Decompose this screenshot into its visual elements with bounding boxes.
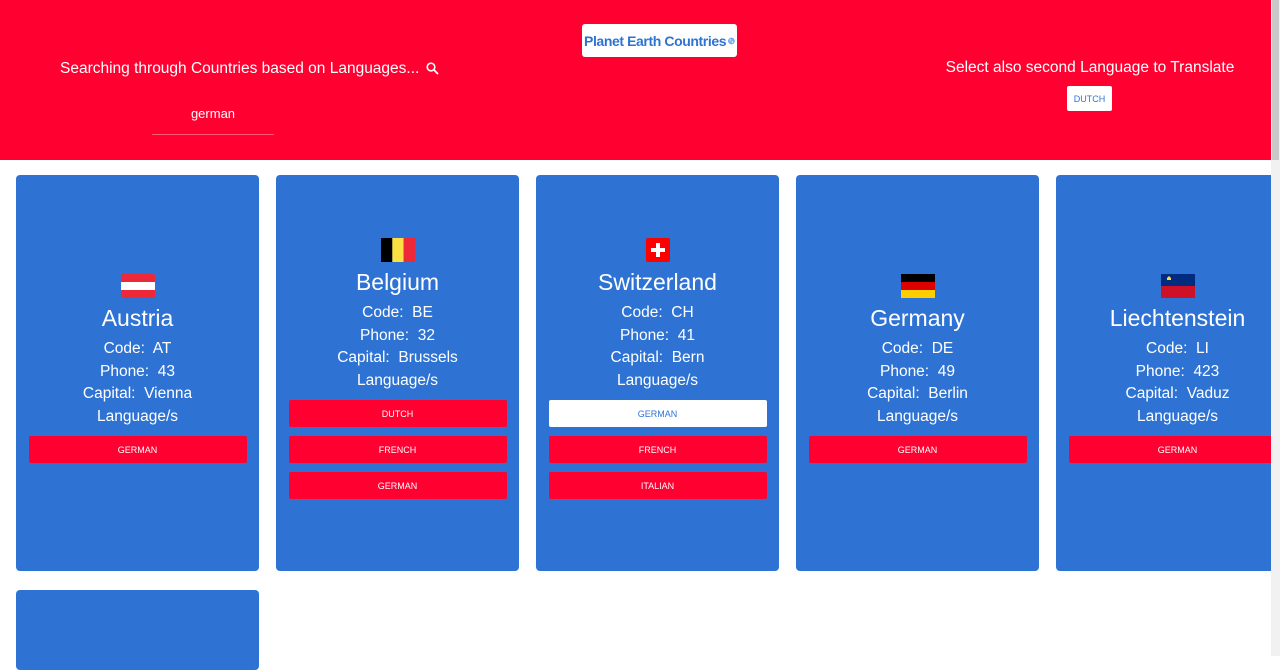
phone-value: 41 [678, 327, 695, 344]
country-phone: Phone: 32 [360, 325, 435, 348]
phone-label: Phone: [100, 363, 149, 380]
language-button-list: GERMAN [29, 436, 247, 472]
code-value: LI [1196, 340, 1209, 357]
language-button-german[interactable]: GERMAN [1069, 436, 1280, 463]
code-label: Code: [621, 304, 662, 321]
header-banner: Planet Earth Countries Searching through… [0, 0, 1271, 160]
phone-label: Phone: [360, 327, 409, 344]
language-button-list: GERMAN FRENCH ITALIAN [549, 400, 767, 508]
code-label: Code: [882, 340, 923, 357]
country-name: Austria [102, 304, 174, 332]
globe-icon [728, 31, 735, 51]
country-card: GermanyCode: DEPhone: 49Capital: BerlinL… [796, 175, 1039, 571]
phone-value: 49 [938, 363, 955, 380]
code-label: Code: [104, 340, 145, 357]
country-card: SwitzerlandCode: CHPhone: 41Capital: Ber… [536, 175, 779, 571]
search-icon[interactable] [426, 62, 439, 75]
country-card-content: AustriaCode: ATPhone: 43Capital: ViennaL… [16, 274, 259, 472]
country-capital: Capital: Brussels [337, 347, 458, 370]
country-name: Switzerland [598, 268, 717, 296]
country-card: LiechtensteinCode: LIPhone: 423Capital: … [1056, 175, 1280, 571]
capital-value: Bern [672, 349, 705, 366]
country-code: Code: BE [362, 302, 433, 325]
languages-label: Language/s [357, 370, 438, 393]
capital-label: Capital: [1126, 385, 1179, 402]
country-card-content: LiechtensteinCode: LIPhone: 423Capital: … [1056, 274, 1280, 472]
country-name: Liechtenstein [1110, 304, 1246, 332]
language-button-german[interactable]: GERMAN [549, 400, 767, 427]
country-card: BelgiumCode: BEPhone: 32Capital: Brussel… [276, 175, 519, 571]
language-button-french[interactable]: FRENCH [549, 436, 767, 463]
phone-label: Phone: [1136, 363, 1185, 380]
country-code: Code: CH [621, 302, 693, 325]
page-scrollbar[interactable] [1271, 0, 1280, 656]
country-capital: Capital: Vaduz [1126, 383, 1230, 406]
country-name: Belgium [356, 268, 439, 296]
code-value: CH [671, 304, 693, 321]
capital-value: Berlin [928, 385, 968, 402]
capital-value: Vienna [144, 385, 192, 402]
language-button-french[interactable]: FRENCH [289, 436, 507, 463]
translate-language-button[interactable]: DUTCH [1067, 86, 1112, 111]
language-button-list: GERMAN [1069, 436, 1280, 472]
phone-value: 32 [418, 327, 435, 344]
country-name: Germany [870, 304, 965, 332]
country-code: Code: AT [104, 338, 172, 361]
phone-label: Phone: [620, 327, 669, 344]
languages-label: Language/s [97, 406, 178, 429]
flag-icon [381, 238, 415, 262]
country-card-content: GermanyCode: DEPhone: 49Capital: BerlinL… [796, 274, 1039, 472]
logo-text: Planet Earth Countries [584, 33, 726, 49]
country-phone: Phone: 423 [1136, 361, 1220, 384]
capital-label: Capital: [867, 385, 920, 402]
capital-label: Capital: [337, 349, 390, 366]
phone-value: 43 [158, 363, 175, 380]
capital-label: Capital: [611, 349, 664, 366]
code-value: BE [412, 304, 433, 321]
country-phone: Phone: 41 [620, 325, 695, 348]
language-button-list: GERMAN [809, 436, 1027, 472]
app-logo[interactable]: Planet Earth Countries [582, 24, 737, 57]
country-capital: Capital: Vienna [83, 383, 192, 406]
scrollbar-thumb[interactable] [1272, 0, 1279, 160]
phone-value: 423 [1193, 363, 1219, 380]
languages-label: Language/s [877, 406, 958, 429]
country-phone: Phone: 49 [880, 361, 955, 384]
search-heading-text: Searching through Countries based on Lan… [60, 60, 419, 77]
language-button-german[interactable]: GERMAN [29, 436, 247, 463]
phone-label: Phone: [880, 363, 929, 380]
code-value: AT [153, 340, 172, 357]
search-heading: Searching through Countries based on Lan… [60, 60, 405, 78]
flag-icon [901, 274, 935, 298]
language-button-list: DUTCH FRENCH GERMAN [289, 400, 507, 508]
flag-icon [641, 238, 675, 262]
code-value: DE [932, 340, 954, 357]
capital-label: Capital: [83, 385, 136, 402]
country-card-content: BelgiumCode: BEPhone: 32Capital: Brussel… [276, 238, 519, 508]
country-capital: Capital: Berlin [867, 383, 968, 406]
translate-heading: Select also second Language to Translate [940, 59, 1240, 77]
country-code: Code: LI [1146, 338, 1209, 361]
code-label: Code: [362, 304, 403, 321]
country-code: Code: DE [882, 338, 954, 361]
language-button-dutch[interactable]: DUTCH [289, 400, 507, 427]
languages-label: Language/s [617, 370, 698, 393]
language-button-italian[interactable]: ITALIAN [549, 472, 767, 499]
flag-icon [121, 274, 155, 298]
language-button-german[interactable]: GERMAN [289, 472, 507, 499]
languages-label: Language/s [1137, 406, 1218, 429]
language-search-input[interactable] [152, 92, 274, 135]
capital-value: Vaduz [1187, 385, 1230, 402]
country-capital: Capital: Bern [611, 347, 705, 370]
capital-value: Brussels [398, 349, 457, 366]
language-button-german[interactable]: GERMAN [809, 436, 1027, 463]
country-card-content: SwitzerlandCode: CHPhone: 41Capital: Ber… [536, 238, 779, 508]
country-card: AustriaCode: ATPhone: 43Capital: ViennaL… [16, 175, 259, 571]
flag-icon [1161, 274, 1195, 298]
code-label: Code: [1146, 340, 1187, 357]
country-phone: Phone: 43 [100, 361, 175, 384]
country-card [16, 590, 259, 670]
